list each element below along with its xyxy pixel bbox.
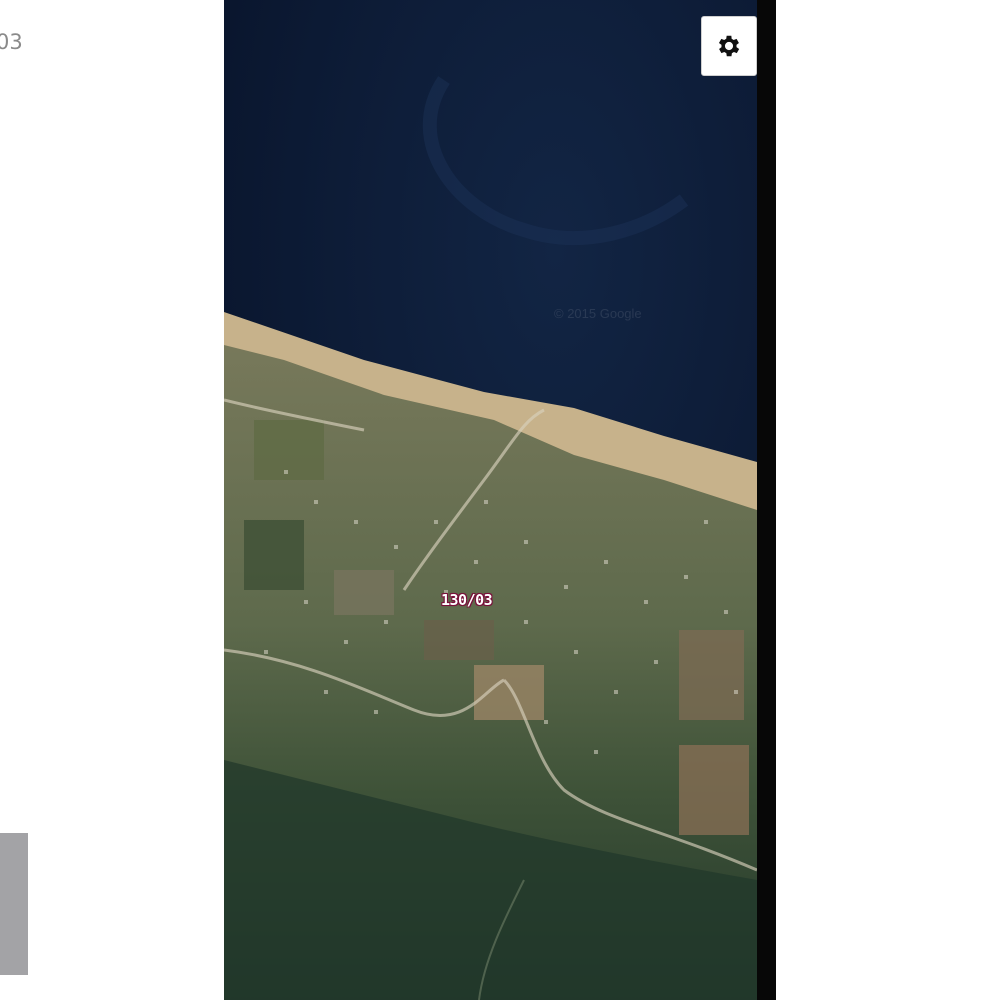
left-panel-strip xyxy=(0,833,28,975)
satellite-imagery xyxy=(224,0,776,1000)
map-view[interactable]: © 2015 Google com xyxy=(224,0,776,1000)
settings-button[interactable] xyxy=(701,16,757,76)
map-copyright: © 2015 Google xyxy=(554,306,642,321)
parcel-label[interactable]: 130/03 xyxy=(441,591,493,609)
left-partial-label: 03 xyxy=(0,30,23,54)
field-patch xyxy=(334,570,394,615)
map-right-border xyxy=(757,0,776,1000)
field-patch xyxy=(254,420,324,480)
gear-icon xyxy=(718,35,740,57)
field-patch xyxy=(424,620,494,660)
field-patch xyxy=(679,630,744,720)
field-patch xyxy=(679,745,749,835)
field-patch xyxy=(244,520,304,590)
field-patch xyxy=(474,665,544,720)
